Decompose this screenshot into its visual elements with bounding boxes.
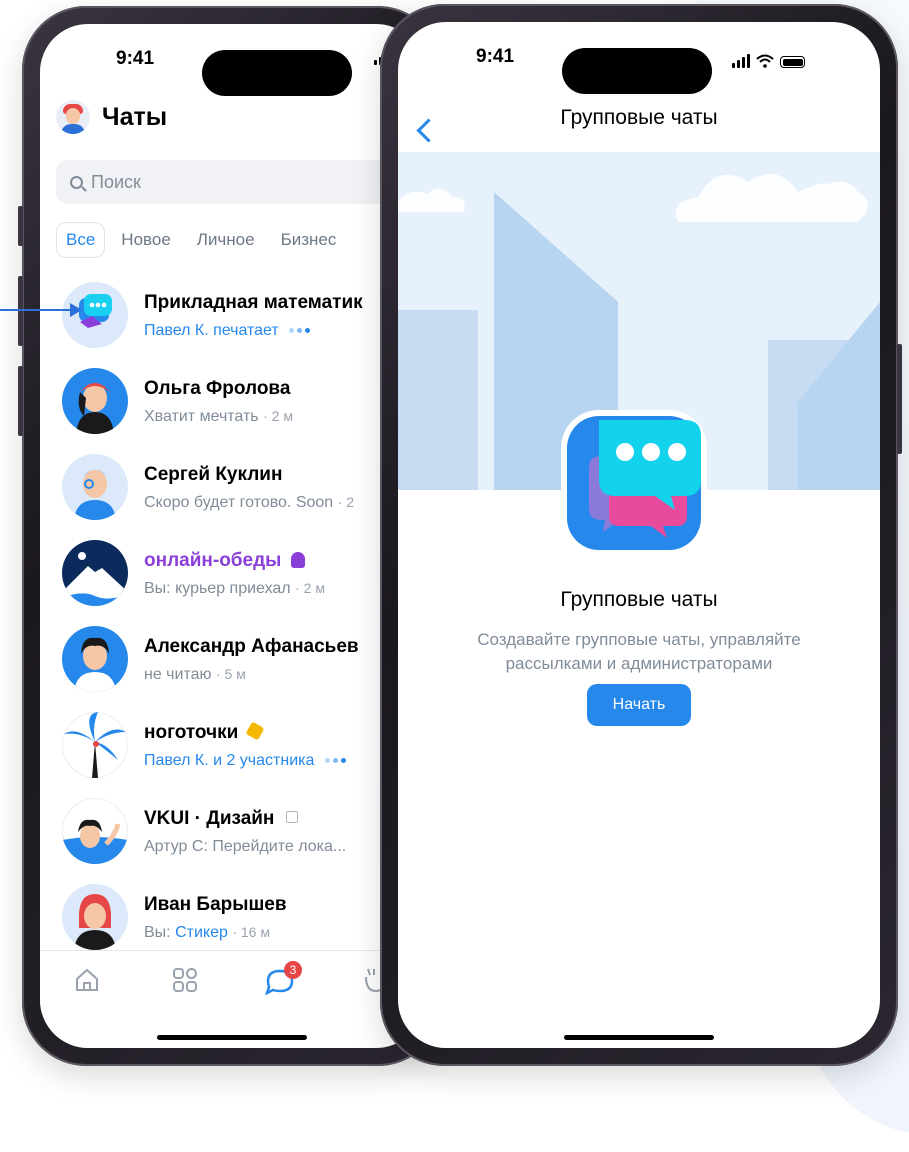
phone-chats-list: 9:41 Чаты Поиск Все Новое Личное Бизнес [18,6,442,1066]
chat-name: Александр Афанасьев [144,636,359,657]
chat-name: Сергей Куклин [144,464,283,485]
phone-group-chats: 9:41 Групповые чаты Групповые чаты Созда… [380,4,902,1066]
chat-name: Ольга Фролова [144,378,291,399]
chat-avatar [62,454,128,520]
wifi-icon [756,54,774,68]
nail-polish-icon [245,721,265,741]
chat-row[interactable]: Александр Афанасьев не читаю · 5 м [56,620,424,706]
chat-preview: Скоро будет готово. Soon · 2 [144,494,354,511]
side-button [18,366,23,436]
unread-badge: 3 [284,961,302,979]
header: Чаты [56,100,167,134]
pointer-arrow-icon [70,303,82,317]
nav-title: Групповые чаты [560,106,718,129]
status-time: 9:41 [476,46,515,67]
search-icon [70,175,83,189]
chat-row[interactable]: VKUI · Дизайн Артур С: Перейдите лока... [56,792,424,878]
chat-avatar [62,368,128,434]
start-button[interactable]: Начать [587,684,691,726]
chat-row[interactable]: Сергей Куклин Скоро будет готово. Soon ·… [56,448,424,534]
chat-preview: Артур С: Перейдите лока... [144,838,347,855]
chat-row[interactable]: Прикладная математик Павел К. печатает [56,276,424,362]
status-icons [732,54,805,68]
side-button [18,206,23,246]
signal-icon [732,54,750,68]
chat-name: Иван Барышев [144,894,287,915]
chat-preview: Вы: курьер приехал · 2 м [144,580,325,597]
dynamic-island [202,50,352,96]
chats-screen: 9:41 Чаты Поиск Все Новое Личное Бизнес [40,24,424,1048]
chat-list: Прикладная математик Павел К. печатает О [56,276,424,964]
battery-icon [780,56,805,68]
chat-avatar-mountain [62,540,128,606]
tabbar: 3 [40,950,424,1011]
chat-row[interactable]: онлайн-обеды Вы: курьер приехал · 2 м [56,534,424,620]
chat-row[interactable]: Ольга Фролова Хватит мечтать · 2 м [56,362,424,448]
chat-avatar [62,884,128,950]
status-time: 9:41 [116,48,155,69]
muted-icon [285,811,298,823]
tab-new[interactable]: Новое [111,222,180,258]
chat-name: онлайн-обеды [144,550,305,572]
typing-indicator-icon [289,328,311,334]
avatar[interactable] [56,100,90,134]
chat-preview: Хватит мечтать · 2 м [144,408,293,425]
tab-all[interactable]: Все [56,222,106,258]
tab-business[interactable]: Бизнес [271,222,347,258]
chat-preview: не читаю · 5 м [144,666,246,683]
dynamic-island [562,48,712,94]
home-indicator [157,1035,307,1040]
messages-tab[interactable]: 3 [262,961,302,999]
group-chats-app-icon [559,408,709,558]
chat-name: Прикладная математик [144,292,363,313]
group-chats-screen: 9:41 Групповые чаты Групповые чаты Созда… [398,22,880,1048]
pointer-line [0,309,78,311]
chat-preview: Вы: Стикер · 16 м [144,924,270,941]
ghost-icon [290,552,305,568]
home-icon[interactable] [72,965,102,995]
chat-avatar [62,626,128,692]
side-button [897,344,902,454]
chat-row[interactable]: ноготочки Павел К. и 2 участника [56,706,424,792]
side-button [18,276,23,346]
description: Создавайте групповые чаты, управляйте ра… [477,630,801,673]
search-placeholder: Поиск [91,171,141,192]
tab-personal[interactable]: Личное [187,222,265,258]
typing-indicator-icon [324,758,346,764]
chat-name: ноготочки [144,721,265,744]
home-indicator [564,1035,714,1040]
page-title: Чаты [102,102,168,131]
chat-avatar-palm [62,712,128,778]
search-input[interactable]: Поиск [56,160,416,204]
chat-name: VKUI · Дизайн [144,808,298,830]
filter-tabs: Все Новое Личное Бизнес [56,222,346,258]
chat-preview: Павел К. печатает [144,322,311,340]
chat-preview: Павел К. и 2 участника [144,752,346,770]
services-icon[interactable] [170,965,200,995]
chat-avatar [62,798,128,864]
heading: Групповые чаты [560,588,718,611]
